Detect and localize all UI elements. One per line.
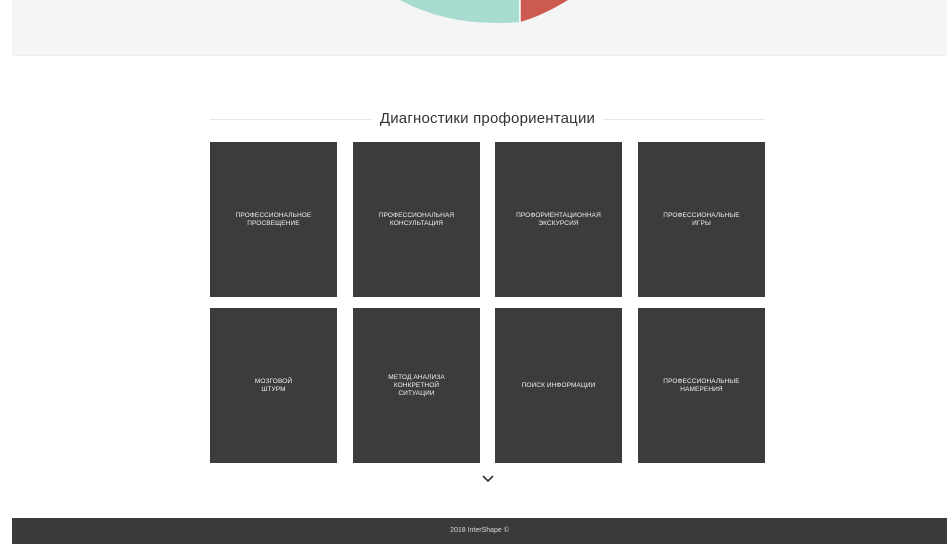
tile-professional-intentions[interactable]: ПРОФЕССИОНАЛЬНЫЕ НАМЕРЕНИЯ [638,308,765,463]
tile-label: ПРОФЕССИОНАЛЬНЫЕ ИГРЫ [663,211,740,227]
tile-professional-games[interactable]: ПРОФЕССИОНАЛЬНЫЕ ИГРЫ [638,142,765,297]
tile-professional-education[interactable]: ПРОФЕССИОНАЛЬНОЕ ПРОСВЕЩЕНИЕ [210,142,337,297]
tile-label: МЕТОД АНАЛИЗА КОНКРЕТНОЙ СИТУАЦИИ [388,373,445,397]
pie-slice-teal [400,0,520,24]
chevron-down-icon[interactable] [480,472,496,484]
pie-slice-red [520,0,568,22]
tile-brainstorm[interactable]: МОЗГОВОЙ ШТУРМ [210,308,337,463]
tile-case-analysis[interactable]: МЕТОД АНАЛИЗА КОНКРЕТНОЙ СИТУАЦИИ [353,308,480,463]
tile-information-search[interactable]: ПОИСК ИНФОРМАЦИИ [495,308,622,463]
tile-label: ПРОФЕССИОНАЛЬНАЯ КОНСУЛЬТАЦИЯ [378,211,455,227]
tile-label: МОЗГОВОЙ ШТУРМ [254,377,293,393]
tile-career-excursion[interactable]: ПРОФОРИЕНТАЦИОННАЯ ЭКСКУРСИЯ [495,142,622,297]
tile-professional-consultation[interactable]: ПРОФЕССИОНАЛЬНАЯ КОНСУЛЬТАЦИЯ [353,142,480,297]
heading-divider-right [603,119,765,120]
pie-chart-fragment [400,0,568,24]
footer: 2018 InterShape © [12,518,947,544]
copyright-text: 2018 InterShape © [450,527,509,534]
tile-label: ПРОФЕССИОНАЛЬНЫЕ НАМЕРЕНИЯ [663,377,740,393]
section-heading: Диагностики профориентации [210,108,765,132]
tile-label: ПРОФОРИЕНТАЦИОННАЯ ЭКСКУРСИЯ [516,211,601,227]
chart-panel [12,0,947,56]
tile-label: ПРОФЕССИОНАЛЬНОЕ ПРОСВЕЩЕНИЕ [235,211,312,227]
tile-label: ПОИСК ИНФОРМАЦИИ [521,381,596,389]
